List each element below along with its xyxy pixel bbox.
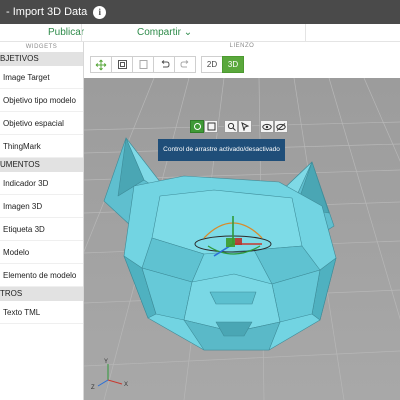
- drag-icon: [193, 123, 201, 130]
- app-title: - Import 3D Data: [6, 6, 88, 18]
- toolbar-divider: [81, 24, 82, 42]
- move-icon: [95, 59, 107, 70]
- mode-2d-button[interactable]: 2D: [201, 56, 223, 73]
- canvas-label: LIENZO: [229, 43, 255, 49]
- snap-toggle[interactable]: [204, 120, 218, 133]
- frame-tool-button[interactable]: [111, 56, 133, 73]
- snap-icon: [207, 122, 215, 131]
- title-bar: - Import 3D Data i: [0, 0, 400, 24]
- widget-tml-text[interactable]: Texto TML: [0, 301, 83, 324]
- widget-3d-image[interactable]: Imagen 3D: [0, 195, 83, 218]
- eye-icon: [262, 123, 272, 130]
- mode-3d-button[interactable]: 3D: [222, 56, 244, 73]
- canvas-toolbar: LIENZO 2D 3D: [84, 42, 400, 78]
- canvas-area[interactable]: LIENZO 2D 3D X Y Z Control de arrastre a…: [84, 42, 400, 400]
- redo-button[interactable]: [174, 56, 196, 73]
- undo-button[interactable]: [153, 56, 175, 73]
- hidden-toggle[interactable]: [274, 120, 288, 133]
- widget-model-item[interactable]: Elemento de modelo: [0, 264, 83, 287]
- info-icon[interactable]: i: [93, 5, 107, 19]
- select-area-button[interactable]: [238, 120, 252, 133]
- gizmo-toolbar-right: [260, 120, 288, 134]
- gizmo-toolbar-left: [190, 120, 218, 134]
- drag-control-tooltip: Control de arrastre activado/desactivado: [158, 139, 285, 161]
- section-header-others[interactable]: TROS: [0, 287, 83, 301]
- frame-icon: [117, 60, 127, 69]
- share-label: Compartir: [137, 27, 181, 38]
- drag-control-toggle[interactable]: [190, 120, 204, 133]
- eye-off-icon: [276, 122, 286, 131]
- widget-image-target[interactable]: Image Target: [0, 66, 83, 89]
- section-header-elements[interactable]: UMENTOS: [0, 158, 83, 172]
- axis-y-label: Y: [104, 359, 108, 365]
- chevron-down-icon: ⌄: [183, 27, 193, 38]
- widget-3d-gauge[interactable]: Indicador 3D: [0, 172, 83, 195]
- toolbar-divider: [305, 24, 306, 42]
- zoom-fit-button[interactable]: [224, 120, 238, 133]
- redo-icon: [179, 60, 188, 68]
- move-tool-button[interactable]: [90, 56, 112, 73]
- zoom-icon: [227, 122, 236, 131]
- gizmo-toolbar-middle: [224, 120, 252, 134]
- undo-icon: [161, 60, 170, 68]
- copy-icon: [139, 60, 147, 69]
- widgets-header: WIDGETS: [25, 44, 58, 50]
- widget-3d-label[interactable]: Etiqueta 3D: [0, 218, 83, 241]
- widget-model[interactable]: Modelo: [0, 241, 83, 264]
- select-icon: [240, 122, 249, 131]
- widgets-sidebar: WIDGETS BJETIVOS Image Target Objetivo t…: [0, 42, 84, 400]
- widget-thingmark[interactable]: ThingMark: [0, 135, 83, 158]
- top-toolbar: Publicar Compartir ⌄: [0, 24, 400, 42]
- widget-model-target[interactable]: Objetivo tipo modelo: [0, 89, 83, 112]
- axis-z-label: Z: [91, 385, 95, 391]
- visibility-toggle[interactable]: [260, 120, 274, 133]
- publish-button[interactable]: Publicar: [48, 27, 84, 38]
- copy-tool-button[interactable]: [132, 56, 154, 73]
- share-button[interactable]: Compartir ⌄: [137, 27, 192, 38]
- axis-x-label: X: [124, 382, 128, 388]
- section-header-targets[interactable]: BJETIVOS: [0, 52, 83, 66]
- widget-spatial-target[interactable]: Objetivo espacial: [0, 112, 83, 135]
